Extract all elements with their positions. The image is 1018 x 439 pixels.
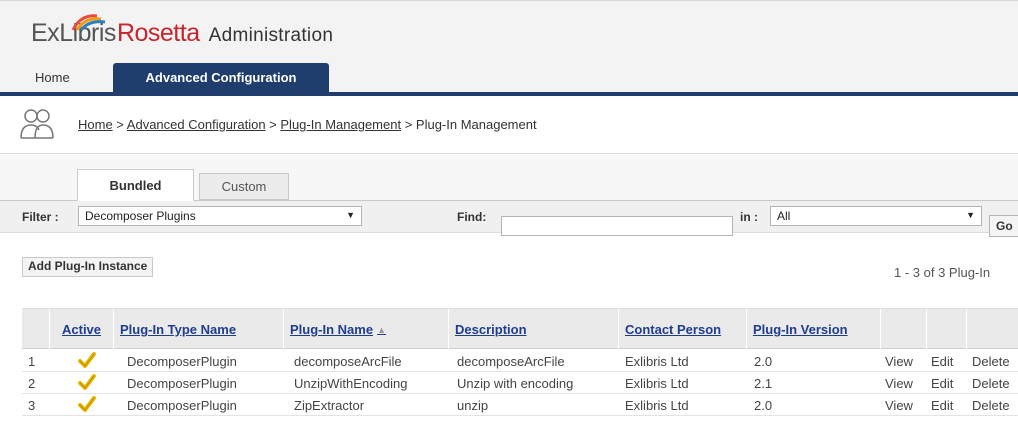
find-label: Find: bbox=[457, 210, 487, 224]
row-number: 3 bbox=[28, 398, 36, 413]
edit-link[interactable]: Edit bbox=[931, 398, 953, 413]
table-row[interactable]: 2 DecomposerPlugin UnzipWithEncoding Unz… bbox=[22, 372, 1018, 394]
breadcrumb-bar: Home > Advanced Configuration > Plug-In … bbox=[0, 96, 1018, 154]
plugin-type-name: DecomposerPlugin bbox=[127, 376, 237, 391]
logo-rosetta-text: Rosetta bbox=[116, 19, 200, 47]
breadcrumb-advanced-configuration[interactable]: Advanced Configuration bbox=[127, 117, 266, 132]
tab-advanced-configuration[interactable]: Advanced Configuration bbox=[113, 63, 329, 92]
plugin-version: 2.0 bbox=[754, 354, 773, 369]
col-delete bbox=[967, 309, 1018, 350]
logo-administration-text: Administration bbox=[208, 25, 334, 46]
col-plugin-type-name[interactable]: Plug-In Type Name bbox=[114, 309, 284, 350]
plugin-name: decomposeArcFile bbox=[294, 354, 402, 369]
breadcrumb: Home > Advanced Configuration > Plug-In … bbox=[78, 117, 537, 132]
plugin-name: ZipExtractor bbox=[294, 398, 365, 413]
filter-select[interactable]: Decomposer Plugins ▼ bbox=[78, 206, 362, 226]
plugin-version: 2.0 bbox=[754, 398, 773, 413]
edit-link[interactable]: Edit bbox=[931, 376, 953, 391]
col-plugin-name[interactable]: Plug-In Name ▲ bbox=[284, 309, 449, 350]
view-link[interactable]: View bbox=[885, 376, 913, 391]
col-plugin-version[interactable]: Plug-In Version bbox=[747, 309, 881, 350]
col-number bbox=[22, 309, 50, 350]
main-nav: Home Advanced Configuration bbox=[0, 63, 1018, 97]
table-row[interactable]: 3 DecomposerPlugin ZipExtractor unzip Ex… bbox=[22, 394, 1018, 416]
delete-link[interactable]: Delete bbox=[972, 376, 1010, 391]
contact-person: Exlibris Ltd bbox=[625, 398, 689, 413]
tab-home[interactable]: Home bbox=[32, 68, 73, 87]
checkmark-icon bbox=[78, 352, 96, 368]
col-description[interactable]: Description bbox=[449, 309, 619, 350]
sort-ascending-icon: ▲ bbox=[377, 324, 386, 335]
go-button[interactable]: Go bbox=[989, 215, 1018, 237]
col-active[interactable]: Active bbox=[50, 309, 114, 350]
find-input[interactable] bbox=[501, 216, 733, 236]
logo-arc-icon bbox=[71, 14, 106, 31]
row-number: 2 bbox=[28, 376, 36, 391]
breadcrumb-home[interactable]: Home bbox=[78, 117, 113, 132]
plugin-description: Unzip with encoding bbox=[457, 376, 574, 391]
checkmark-icon bbox=[78, 374, 96, 390]
tab-bundled[interactable]: Bundled bbox=[77, 169, 194, 201]
breadcrumb-plugin-management[interactable]: Plug-In Management bbox=[280, 117, 401, 132]
contact-person: Exlibris Ltd bbox=[625, 354, 689, 369]
row-number: 1 bbox=[28, 354, 36, 369]
subtab-bar: Bundled Custom bbox=[0, 155, 1018, 201]
plugin-name: UnzipWithEncoding bbox=[294, 376, 408, 391]
plugin-type-name: DecomposerPlugin bbox=[127, 354, 237, 369]
table-header: Active Plug-In Type Name Plug-In Name ▲ D… bbox=[22, 308, 1018, 350]
checkmark-icon bbox=[78, 396, 96, 412]
chevron-down-icon: ▼ bbox=[346, 210, 355, 220]
chevron-down-icon: ▼ bbox=[966, 210, 975, 220]
contact-person: Exlibris Ltd bbox=[625, 376, 689, 391]
filter-label: Filter : bbox=[22, 210, 59, 224]
table-row[interactable]: 1 DecomposerPlugin decomposeArcFile deco… bbox=[22, 350, 1018, 372]
in-select[interactable]: All ▼ bbox=[770, 206, 982, 226]
app-header: ExLibris Rosetta Administration Home Adv… bbox=[0, 0, 1018, 97]
content-area: Bundled Custom Filter : Decomposer Plugi… bbox=[0, 155, 1018, 439]
edit-link[interactable]: Edit bbox=[931, 354, 953, 369]
plugin-version: 2.1 bbox=[754, 376, 773, 391]
col-edit bbox=[927, 309, 967, 350]
result-count: 1 - 3 of 3 Plug-In bbox=[894, 265, 991, 280]
plugin-type-name: DecomposerPlugin bbox=[127, 398, 237, 413]
tab-custom[interactable]: Custom bbox=[199, 173, 289, 200]
col-contact-person[interactable]: Contact Person bbox=[619, 309, 747, 350]
add-plugin-instance-button[interactable]: Add Plug-In Instance bbox=[22, 257, 154, 277]
plugin-description: unzip bbox=[457, 398, 489, 413]
delete-link[interactable]: Delete bbox=[972, 398, 1010, 413]
delete-link[interactable]: Delete bbox=[972, 354, 1010, 369]
plugin-description: decomposeArcFile bbox=[457, 354, 565, 369]
breadcrumb-current: Plug-In Management bbox=[415, 117, 537, 132]
users-icon bbox=[20, 109, 54, 139]
view-link[interactable]: View bbox=[885, 354, 913, 369]
col-view bbox=[881, 309, 927, 350]
view-link[interactable]: View bbox=[885, 398, 913, 413]
in-label: in : bbox=[740, 210, 758, 224]
